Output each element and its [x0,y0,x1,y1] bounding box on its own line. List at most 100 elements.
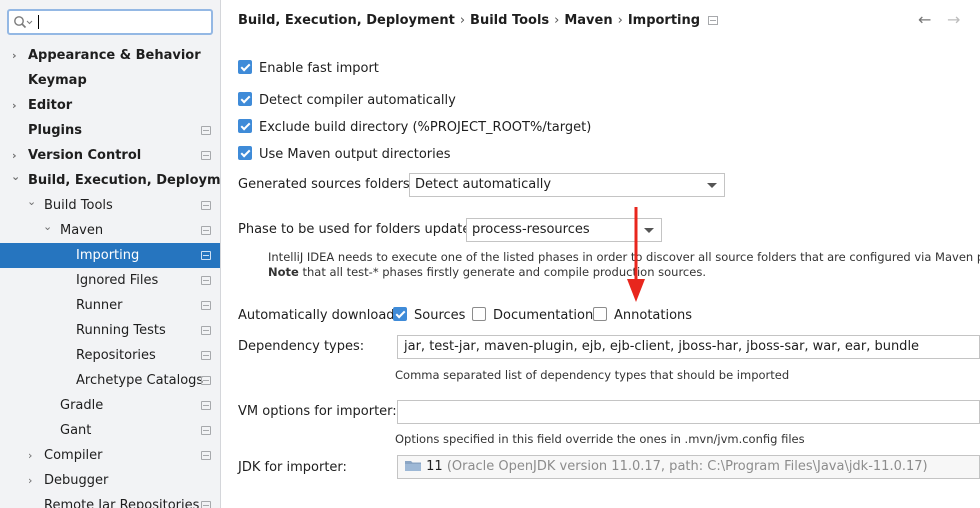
sidebar-item-label: Version Control [28,148,142,163]
sidebar-item-remote-jar-repositories[interactable]: Remote Jar Repositories [0,493,220,508]
phase-label: Phase to be used for folders update: [238,222,475,237]
sources-checkbox[interactable]: Sources [393,306,465,326]
arrow-right-icon[interactable]: → [947,10,960,29]
project-level-icon [708,16,719,25]
sidebar-item-importing[interactable]: Importing [0,243,220,268]
project-level-icon [201,201,211,210]
checkbox-checked-icon[interactable] [238,119,252,133]
phase-hint-line1: IntelliJ IDEA needs to execute one of th… [268,250,980,264]
checkbox-unchecked-icon[interactable] [472,307,486,321]
breadcrumb-item-importing: Importing [627,13,701,28]
sidebar-item-label: Compiler [44,448,103,463]
sidebar-item-label: Running Tests [76,323,166,338]
documentation-checkbox[interactable]: Documentation [472,306,593,326]
chevron-right-icon[interactable]: › [28,443,40,468]
project-level-icon [201,151,211,160]
arrow-left-icon[interactable]: ← [918,10,931,29]
sidebar-item-gant[interactable]: Gant [0,418,220,443]
enable-fast-import-checkbox[interactable]: Enable fast import [238,59,379,79]
checkbox-unchecked-icon[interactable] [593,307,607,321]
phase-value: process-resources [472,222,590,237]
checkbox-checked-icon[interactable] [238,60,252,74]
note-label: Note [268,265,299,279]
jdk-dropdown[interactable]: 11 (Oracle OpenJDK version 11.0.17, path… [397,455,980,479]
settings-content: Build, Execution, Deployment › Build Tools… [221,0,980,508]
use-maven-output-label: Use Maven output directories [259,147,451,162]
dependency-types-label: Dependency types: [238,339,365,354]
project-level-icon [201,351,211,360]
detect-compiler-checkbox[interactable]: Detect compiler automatically [238,91,456,111]
vm-options-input[interactable] [397,400,980,424]
project-level-icon [201,376,211,385]
sidebar-item-version-control[interactable]: › Version Control [0,143,220,168]
sidebar-item-editor[interactable]: › Editor [0,93,220,118]
checkbox-checked-icon[interactable] [238,146,252,160]
breadcrumb-item-maven[interactable]: Maven [564,13,612,28]
sidebar-item-label: Appearance & Behavior [28,48,201,63]
breadcrumb: Build, Execution, Deployment › Build Tools… [238,13,719,28]
sidebar-item-ignored-files[interactable]: Ignored Files [0,268,220,293]
sidebar-item-archetype-catalogs[interactable]: Archetype Catalogs [0,368,220,393]
annotation-arrow-icon [627,207,645,302]
sidebar-item-gradle[interactable]: Gradle [0,393,220,418]
sidebar-item-label: Editor [28,98,73,113]
breadcrumb-item-build-execution-deployment[interactable]: Build, Execution, Deployment [238,13,455,28]
use-maven-output-checkbox[interactable]: Use Maven output directories [238,145,451,165]
sidebar-item-plugins[interactable]: Plugins [0,118,220,143]
project-level-icon [201,451,211,460]
sidebar-item-label: Ignored Files [76,273,159,288]
text-caret [38,15,39,29]
settings-search-input[interactable] [7,9,213,35]
sidebar-item-debugger[interactable]: › Debugger [0,468,220,493]
annotations-checkbox[interactable]: Annotations [593,306,692,326]
jdk-detail: (Oracle OpenJDK version 11.0.17, path: C… [446,459,928,474]
sidebar-item-appearance-behavior[interactable]: › Appearance & Behavior [0,43,220,68]
sidebar-item-label: Archetype Catalogs [76,373,204,388]
breadcrumb-separator: › [554,13,560,28]
project-level-icon [201,251,211,260]
checkbox-checked-icon[interactable] [238,92,252,106]
settings-sidebar: › Appearance & Behavior Keymap › Editor Plugi… [0,0,221,508]
chevron-down-icon[interactable]: ⌄ [11,164,23,189]
detect-compiler-label: Detect compiler automatically [259,93,456,108]
sidebar-item-label: Debugger [44,473,109,488]
chevron-down-icon[interactable]: ⌄ [27,189,39,214]
sidebar-item-running-tests[interactable]: Running Tests [0,318,220,343]
project-level-icon [201,126,211,135]
chevron-right-icon[interactable]: › [12,93,24,118]
jdk-version: 11 [426,459,443,474]
checkbox-checked-icon[interactable] [393,307,407,321]
annotations-label: Annotations [614,308,693,323]
sidebar-item-build-tools[interactable]: ⌄ Build Tools [0,193,220,218]
vm-options-label: VM options for importer: [238,404,397,419]
sidebar-item-repositories[interactable]: Repositories [0,343,220,368]
chevron-right-icon[interactable]: › [28,468,40,493]
sidebar-item-label: Gradle [60,398,104,413]
breadcrumb-separator: › [617,13,623,28]
sidebar-item-label: Importing [76,248,140,263]
breadcrumb-item-build-tools[interactable]: Build Tools [470,13,549,28]
sidebar-item-label: Remote Jar Repositories [44,498,200,508]
project-level-icon [201,276,211,285]
sidebar-item-maven[interactable]: ⌄ Maven [0,218,220,243]
project-level-icon [201,401,211,410]
sidebar-item-label: Build, Execution, Deployment [28,173,221,188]
folder-icon [405,461,421,471]
sidebar-item-label: Keymap [28,73,87,88]
sidebar-item-runner[interactable]: Runner [0,293,220,318]
sidebar-item-label: Maven [60,223,104,238]
chevron-down-icon[interactable]: ⌄ [43,214,55,239]
project-level-icon [201,501,211,508]
project-level-icon [201,326,211,335]
sidebar-item-keymap[interactable]: Keymap [0,68,220,93]
dependency-types-input[interactable]: jar, test-jar, maven-plugin, ejb, ejb-cl… [397,335,980,359]
breadcrumb-separator: › [459,13,466,28]
exclude-build-dir-checkbox[interactable]: Exclude build directory (%PROJECT_ROOT%/… [238,118,591,138]
generated-sources-value: Detect automatically [415,177,552,192]
generated-sources-dropdown[interactable]: Detect automatically [409,173,725,197]
sidebar-item-label: Repositories [76,348,156,363]
dependency-types-hint: Comma separated list of dependency types… [395,368,790,382]
sidebar-item-compiler[interactable]: › Compiler [0,443,220,468]
chevron-right-icon[interactable]: › [12,43,24,68]
auto-download-label: Automatically download: [238,308,399,323]
